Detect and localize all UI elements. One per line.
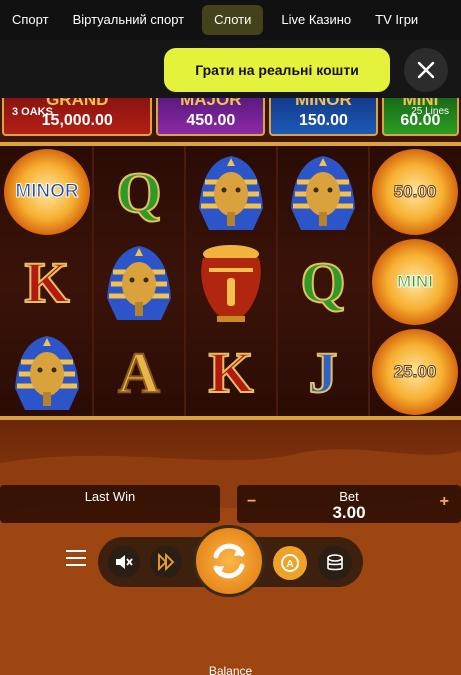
symbol-pharaoh [94, 239, 184, 325]
bet-panel: − Bet 3.00 + [237, 485, 461, 523]
close-icon [417, 61, 435, 79]
pharaoh-icon [291, 156, 355, 230]
symbol-urn [186, 239, 276, 325]
symbol-coin-value: 25.00 [370, 329, 460, 415]
spin-icon [213, 543, 245, 579]
symbol-pharaoh [2, 329, 92, 415]
jackpot-grand-value: 15,000.00 [41, 112, 113, 129]
golden-urn-icon [201, 245, 261, 322]
jackpot-minor-name: MINOR [295, 98, 352, 109]
tab-sport[interactable]: Спорт [0, 5, 61, 35]
bet-label: Bet [339, 489, 359, 504]
sun-coin-icon: MINI [372, 239, 458, 325]
turbo-icon [158, 552, 175, 572]
spin-button[interactable] [193, 525, 265, 597]
tab-live-casino[interactable]: Live Казино [269, 5, 363, 35]
pharaoh-icon [199, 156, 263, 230]
sound-toggle-button[interactable] [108, 546, 140, 578]
pharaoh-icon [15, 336, 79, 410]
reel-bottom-border [0, 416, 461, 420]
jackpot-minor: MINOR 150.00 [269, 98, 378, 136]
jackpot-minor-value: 150.00 [298, 112, 348, 129]
menu-icon[interactable] [66, 550, 88, 568]
symbol-k: K [23, 249, 70, 316]
symbol-q: Q [115, 159, 162, 226]
coins-icon [327, 554, 343, 571]
reel-grid: MINOR Q 50.00 K Q MINI A K J 25.00 [0, 146, 461, 418]
symbol-j: J [308, 339, 339, 406]
last-win-label: Last Win [84, 489, 136, 504]
sun-coin-icon: 50.00 [372, 149, 458, 235]
slot-game: GRAND 3 OAKS 15,000.00 MAJOR 450.00 MINO… [0, 98, 461, 675]
jackpot-mini-value: 60.00 [400, 112, 441, 129]
symbol-pharaoh [278, 149, 368, 235]
jackpot-major: MAJOR 450.00 [156, 98, 266, 136]
top-navigation: Спорт Віртуальний спорт Слоти Live Казин… [0, 0, 461, 40]
sun-coin-icon: 25.00 [372, 329, 458, 415]
symbol-q: Q [299, 249, 346, 316]
svg-text:A: A [286, 559, 293, 570]
symbol-k: K [207, 339, 254, 406]
tab-virtual-sport[interactable]: Віртуальний спорт [61, 5, 197, 35]
symbol-a: A [117, 339, 161, 406]
autoplay-icon: A [281, 554, 299, 572]
autoplay-button[interactable]: A [273, 546, 307, 580]
symbol-minor-coin: MINOR [2, 149, 92, 235]
jackpot-major-value: 450.00 [186, 112, 236, 129]
tab-tv-games[interactable]: TV Ігри [363, 5, 430, 35]
tab-slots[interactable]: Слоти [202, 5, 264, 35]
balance-label: Balance [208, 664, 253, 675]
sound-off-icon [116, 555, 133, 569]
play-real-money-button[interactable]: Грати на реальні кошти [164, 48, 390, 92]
sun-coin-icon: MINOR [4, 149, 90, 235]
cta-bar: Грати на реальні кошти [0, 40, 461, 98]
symbol-mini-coin: MINI [370, 239, 460, 325]
close-button[interactable] [404, 48, 448, 92]
bet-increase-button[interactable]: + [440, 493, 449, 511]
jackpot-major-name: MAJOR [180, 98, 242, 109]
turbo-button[interactable] [150, 546, 182, 578]
jackpot-bar: GRAND 3 OAKS 15,000.00 MAJOR 450.00 MINO… [0, 98, 461, 136]
bet-value: 3.00 [332, 503, 366, 522]
symbol-coin-value: 50.00 [370, 149, 460, 235]
jackpot-mini: MINI 25 Lines 60.00 [381, 98, 460, 136]
last-win-panel: Last Win [0, 485, 220, 523]
pharaoh-icon [107, 246, 171, 320]
jackpot-grand: GRAND 3 OAKS 15,000.00 [2, 98, 153, 136]
coins-button[interactable] [318, 546, 352, 580]
symbol-pharaoh [186, 149, 276, 235]
